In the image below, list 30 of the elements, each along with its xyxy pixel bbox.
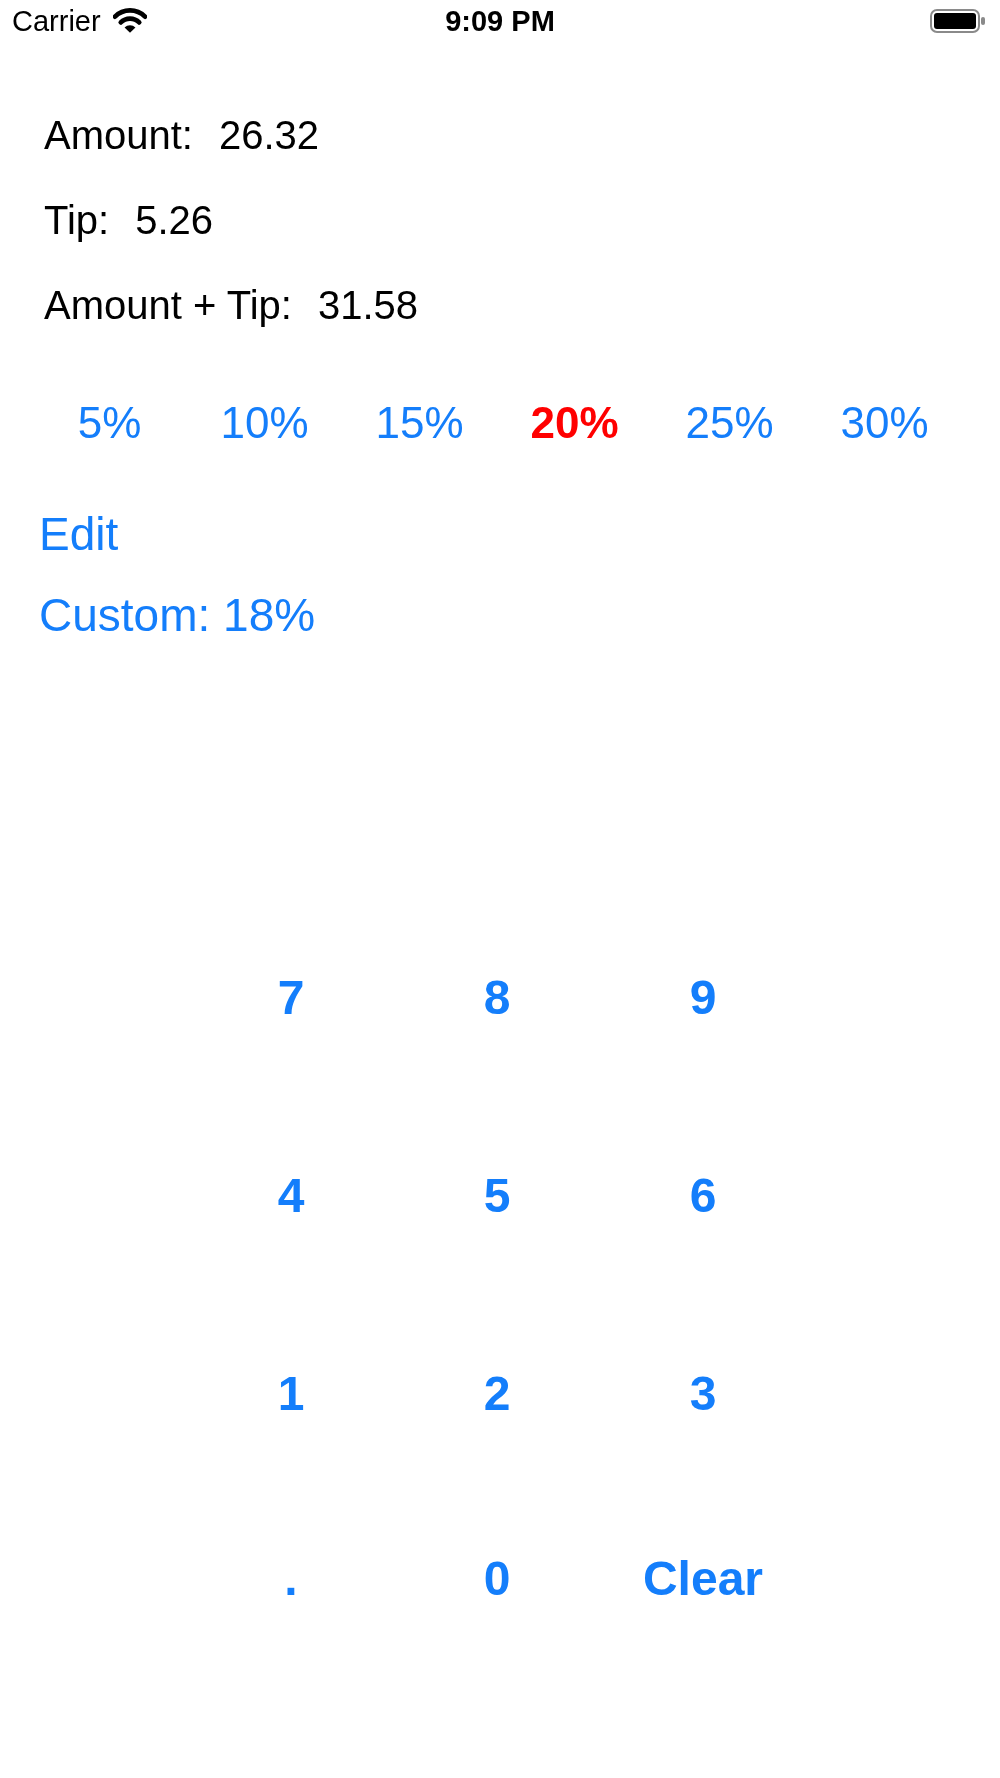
- summary-value: 5.26: [135, 197, 214, 244]
- wifi-icon: [112, 8, 147, 34]
- keypad-key[interactable]: Clear: [632, 1550, 774, 1608]
- keypad-key[interactable]: 3: [679, 1365, 727, 1423]
- status-time: 9:09 PM: [445, 4, 555, 38]
- battery-icon: [930, 9, 986, 33]
- keypad-key[interactable]: 8: [473, 969, 521, 1027]
- keypad-key[interactable]: 9: [679, 969, 727, 1027]
- keypad-key[interactable]: 1: [267, 1365, 315, 1423]
- edit-button[interactable]: Edit: [39, 506, 119, 562]
- keypad-key[interactable]: 6: [679, 1167, 727, 1225]
- keypad-key[interactable]: 7: [267, 969, 315, 1027]
- tip-percent-button[interactable]: 25%: [681, 397, 778, 449]
- keypad-key[interactable]: 4: [267, 1167, 315, 1225]
- summary-value: 31.58: [317, 282, 419, 329]
- tip-percent-button[interactable]: 15%: [371, 397, 468, 449]
- carrier-name: Carrier: [12, 4, 101, 38]
- summary-label: Amount:: [44, 112, 193, 159]
- tip-percent-button[interactable]: 5%: [73, 397, 146, 449]
- summary-label: Tip:: [44, 197, 110, 244]
- keypad-key[interactable]: 5: [473, 1167, 521, 1225]
- tip-percent-button[interactable]: 30%: [836, 397, 933, 449]
- keypad-key[interactable]: .: [267, 1550, 315, 1608]
- keypad-key[interactable]: 0: [473, 1550, 521, 1608]
- summary-value: 26.32: [218, 112, 320, 159]
- summary-label: Amount + Tip:: [44, 282, 292, 329]
- tip-percent-button[interactable]: 20%: [526, 397, 623, 449]
- custom-tip-button[interactable]: Custom: 18%: [39, 587, 316, 643]
- keypad-key[interactable]: 2: [473, 1365, 521, 1423]
- tip-percent-button[interactable]: 10%: [216, 397, 313, 449]
